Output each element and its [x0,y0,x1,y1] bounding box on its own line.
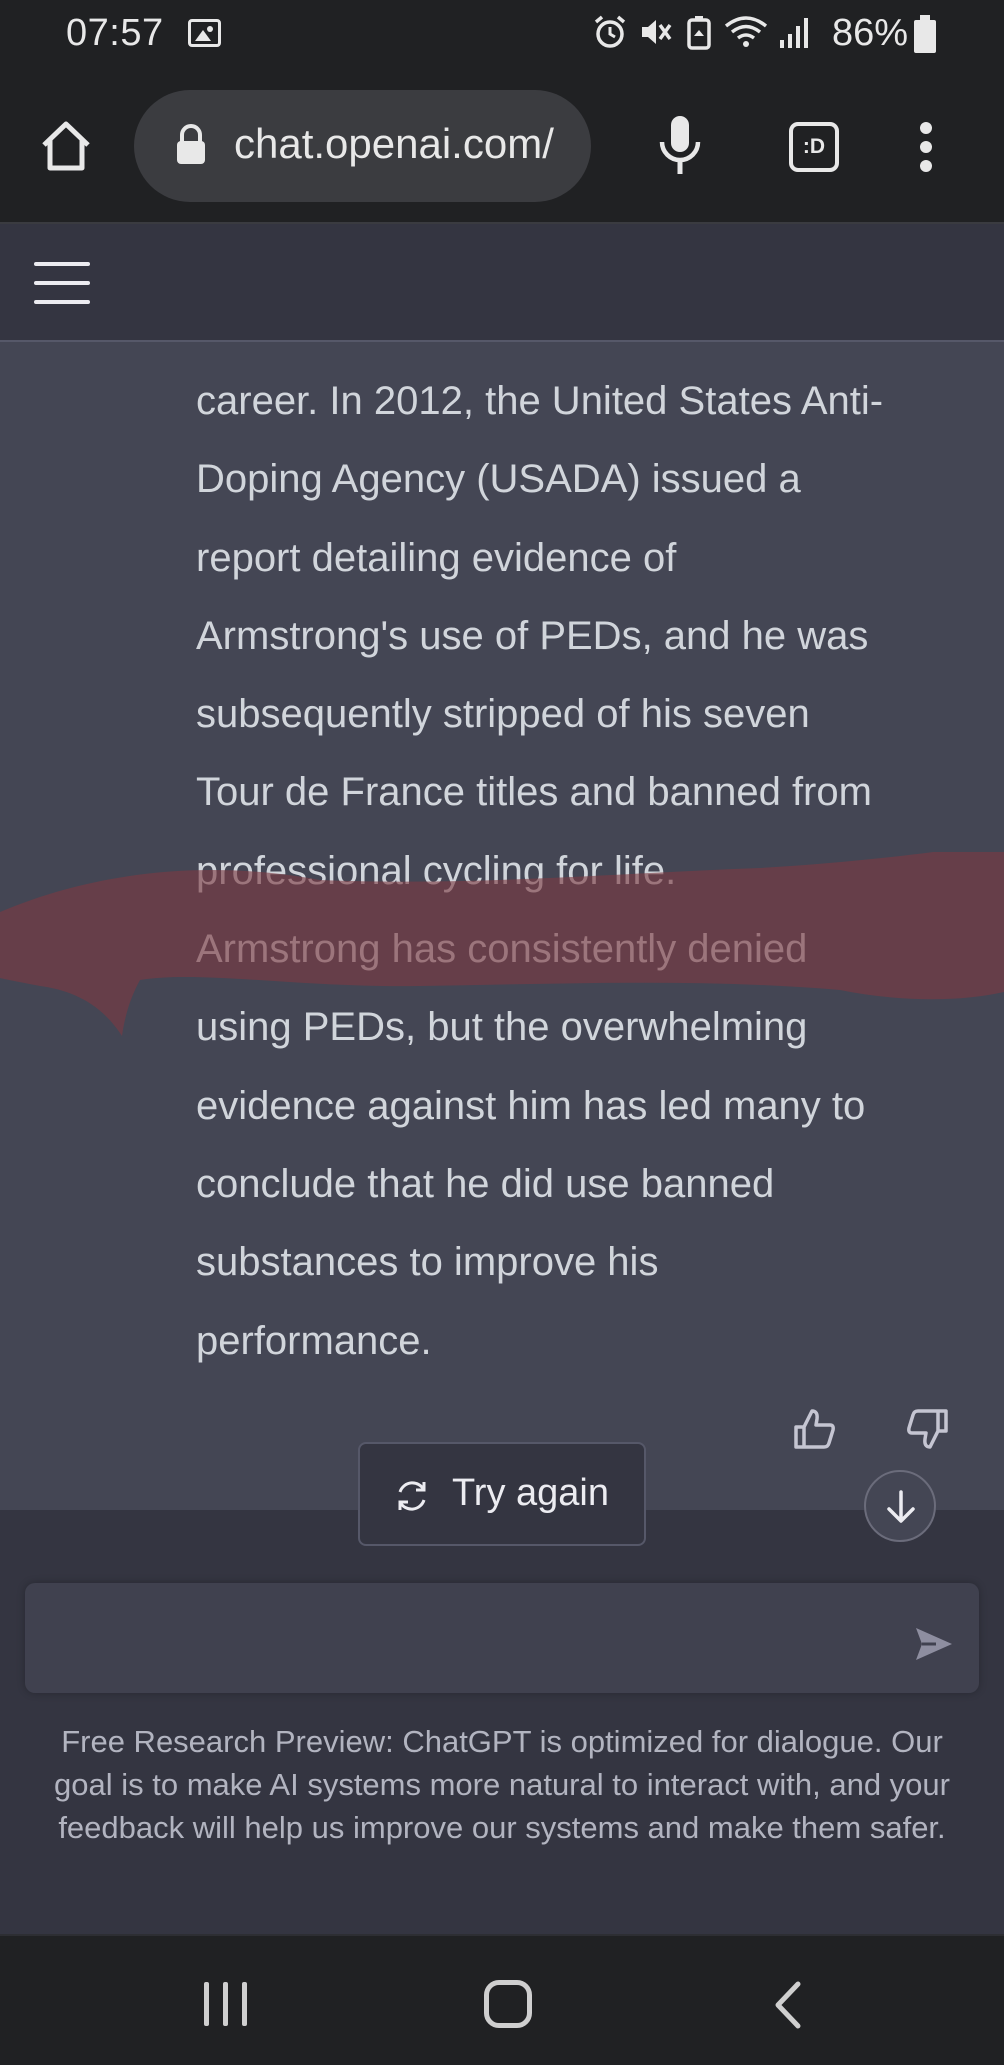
home-icon [42,121,90,171]
voice-search-button[interactable] [656,114,704,178]
lock-icon [174,124,208,166]
disclaimer-text: Free Research Preview: ChatGPT is optimi… [54,1724,950,1845]
back-icon[interactable] [770,1980,804,2030]
browser-toolbar: chat.openai.com/ :D [0,68,1004,224]
mute-icon [638,14,674,55]
message-line: career. In 2012, the United States Anti- [196,379,884,423]
scroll-to-bottom-button[interactable] [864,1470,936,1542]
assistant-message: career. In 2012, the United States Anti-… [0,342,1004,1510]
message-text: career. In 2012, the United States Anti-… [196,362,976,1380]
status-icons [592,14,810,54]
message-line: performance. [196,1318,432,1363]
home-nav-icon[interactable] [484,1980,532,2028]
app-header [0,224,1004,342]
refresh-icon [398,1481,426,1511]
image-icon [188,19,221,47]
battery-icon [913,15,937,53]
message-line: professional cycling for life. [196,848,677,893]
thumbs-up-icon[interactable] [792,1407,836,1451]
message-line: Armstrong has consistently denied [196,927,808,972]
message-input[interactable] [25,1583,979,1693]
try-again-label: Try again [452,1472,609,1514]
screen: 07:57 86% chat.openai.com/:D career. In… [0,0,1004,2065]
thumbs-down-icon[interactable] [906,1407,950,1451]
message-line: evidence against him has led many to [196,1083,866,1128]
message-line: substances to improve his [196,1240,659,1285]
send-icon[interactable] [914,1624,954,1664]
message-line: conclude that he did use banned [196,1161,775,1206]
url-text: chat.openai.com/ [234,120,554,167]
hamburger-menu-icon[interactable] [34,262,90,306]
microphone-icon [659,116,701,174]
alarm-icon [592,14,628,55]
message-line: using PEDs, but the overwhelming [196,1005,808,1050]
message-line: Armstrong's use of PEDs, and he was [196,613,869,658]
tab-switcher-button[interactable]: :D [789,122,839,172]
try-again-button[interactable]: Try again [358,1442,646,1546]
data-saver-icon [684,14,714,55]
more-options-icon[interactable] [918,122,934,172]
system-nav-bar [0,1934,1004,2065]
message-line: Doping Agency (USADA) issued a [196,457,801,502]
arrow-down-icon [887,1490,915,1523]
battery-percent: 86% [832,12,909,54]
address-bar[interactable]: chat.openai.com/ [134,90,591,202]
message-line: report detailing evidence of [196,535,677,580]
message-line: Tour de France titles and banned from [196,770,872,815]
home-button[interactable] [38,118,94,174]
status-bar: 07:57 86% [0,0,1004,68]
signal-icon [778,14,810,55]
message-line: subsequently stripped of his seven [196,692,810,737]
recent-apps-icon[interactable] [204,1982,250,2026]
wifi-icon [724,14,768,55]
status-time: 07:57 [66,12,164,54]
